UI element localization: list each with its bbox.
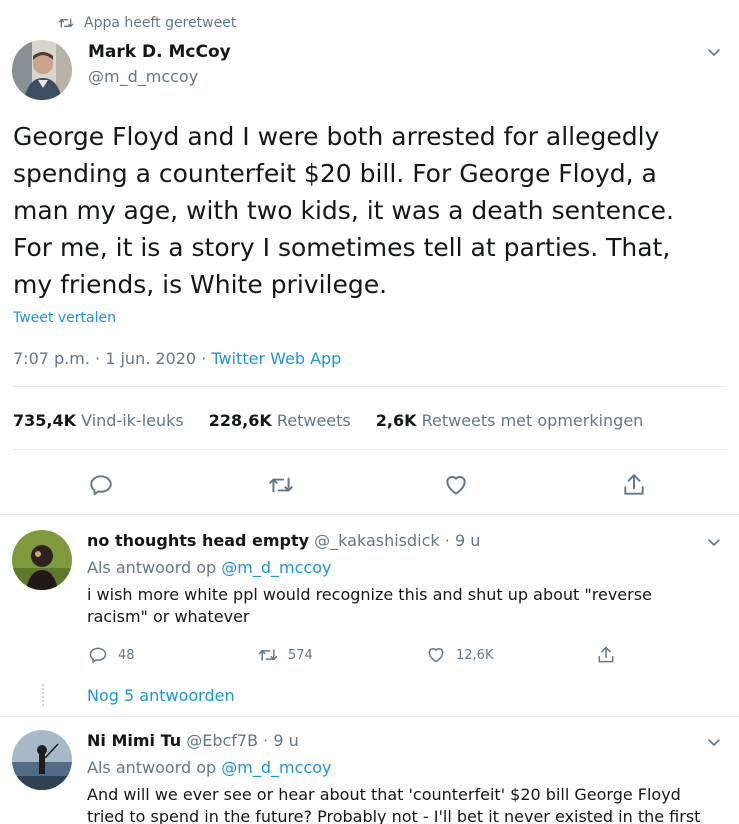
heart-icon: [446, 475, 466, 495]
reply-text: And will we ever see or hear about that …: [87, 785, 701, 824]
quotes-label: Retweets met opmerkingen: [421, 411, 644, 430]
divider: [13, 386, 726, 387]
reply-to-line: Als antwoord op @m_d_mccoy: [87, 558, 331, 577]
like-button[interactable]: 12,6K: [426, 645, 493, 665]
retweet-icon: [269, 477, 293, 493]
meta-separator: ·: [95, 349, 101, 368]
reply-to-mention[interactable]: @m_d_mccoy: [221, 758, 331, 777]
translate-link[interactable]: Tweet vertalen: [13, 310, 116, 326]
reply-age[interactable]: 9 u: [455, 531, 480, 550]
retweets-stat[interactable]: 228,6K Retweets: [209, 411, 351, 430]
like-count: 12,6K: [456, 647, 494, 663]
tweet-meta: 7:07 p.m. · 1 jun. 2020 · Twitter Web Ap…: [13, 349, 341, 368]
like-button[interactable]: [443, 472, 469, 498]
likes-stat[interactable]: 735,4K Vind-ik-leuks: [13, 411, 184, 430]
meta-separator: ·: [201, 349, 207, 368]
reply-to-prefix: Als antwoord op: [87, 758, 217, 777]
likes-label: Vind-ik-leuks: [81, 411, 184, 430]
chevron-down-icon[interactable]: [706, 534, 722, 550]
reply-text: i wish more white ppl would recognize th…: [87, 585, 652, 626]
tweet-time[interactable]: 7:07 p.m.: [13, 349, 90, 368]
share-icon: [624, 474, 644, 495]
tweet-stats: 735,4K Vind-ik-leuks 228,6K Retweets 2,6…: [13, 411, 668, 430]
share-button[interactable]: [596, 645, 626, 665]
author-name[interactable]: Mark D. McCoy: [88, 42, 231, 62]
tweet-text: George Floyd and I were both arrested fo…: [13, 122, 674, 299]
reply-icon: [89, 647, 107, 663]
author-handle[interactable]: @m_d_mccoy: [88, 67, 198, 86]
meta-separator: ·: [263, 731, 269, 750]
reply-icon: [90, 475, 112, 496]
retweet-context[interactable]: Appa heeft geretweet: [58, 12, 236, 34]
share-button[interactable]: [621, 472, 647, 498]
reply-avatar[interactable]: [12, 530, 72, 590]
reply-author-name[interactable]: Ni Mimi Tu: [87, 731, 181, 750]
author-avatar[interactable]: [12, 40, 72, 100]
divider: [0, 514, 739, 515]
retweet-button[interactable]: [268, 472, 294, 498]
reply-count: 48: [118, 647, 135, 663]
retweets-count: 228,6K: [208, 411, 272, 430]
chevron-down-icon[interactable]: [706, 734, 722, 750]
more-replies-link[interactable]: Nog 5 antwoorden: [87, 686, 235, 705]
quotes-stat[interactable]: 2,6K Retweets met opmerkingen: [376, 411, 644, 430]
reply-to-line: Als antwoord op @m_d_mccoy: [87, 758, 331, 777]
retweet-count: 574: [288, 647, 313, 663]
retweet-icon: [258, 649, 278, 661]
reply-author-handle[interactable]: @Ebcf7B: [186, 731, 258, 750]
reply-to-prefix: Als antwoord op: [87, 558, 217, 577]
reply-author-handle[interactable]: @_kakashisdick: [314, 531, 440, 550]
retweet-button[interactable]: 574: [258, 645, 313, 665]
reply-to-mention[interactable]: @m_d_mccoy: [221, 558, 331, 577]
retweet-context-label: Appa heeft geretweet: [84, 15, 237, 31]
reply-button[interactable]: [88, 472, 114, 498]
reply-button[interactable]: 48: [88, 645, 135, 665]
divider: [13, 449, 726, 450]
quotes-count: 2,6K: [375, 411, 417, 430]
retweets-label: Retweets: [276, 411, 351, 430]
retweet-icon: [58, 18, 74, 28]
tweet-date[interactable]: 1 jun. 2020: [105, 349, 196, 368]
tweet-source[interactable]: Twitter Web App: [211, 349, 341, 368]
thread-connector: [42, 684, 44, 706]
meta-separator: ·: [444, 531, 450, 550]
chevron-down-icon[interactable]: [706, 44, 722, 60]
reply-header: Ni Mimi Tu @Ebcf7B · 9 u: [87, 731, 299, 750]
heart-icon: [428, 648, 444, 663]
reply-age[interactable]: 9 u: [273, 731, 298, 750]
likes-count: 735,4K: [13, 411, 77, 430]
divider: [0, 716, 739, 717]
reply-avatar[interactable]: [12, 730, 72, 790]
reply-header: no thoughts head empty @_kakashisdick · …: [87, 531, 480, 550]
reply-author-name[interactable]: no thoughts head empty: [87, 531, 309, 550]
share-icon: [598, 646, 614, 663]
